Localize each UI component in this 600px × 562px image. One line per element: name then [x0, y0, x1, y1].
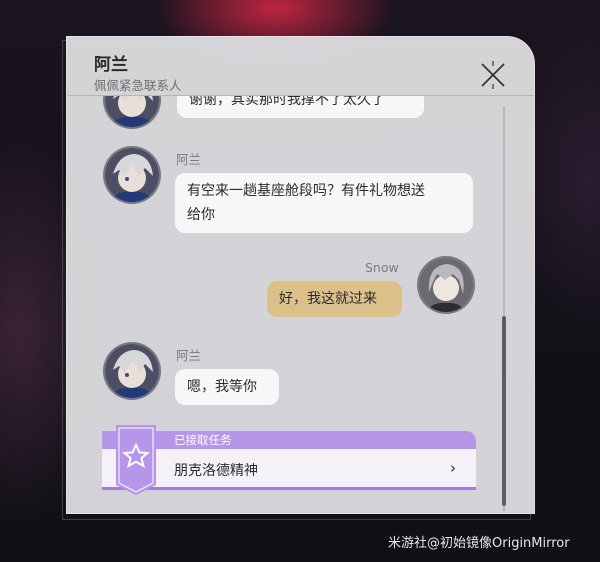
- quest-header: 已接取任务: [102, 431, 476, 449]
- avatar-alan: [105, 148, 159, 202]
- chat-header: 阿兰 佩佩紧急联系人: [67, 37, 534, 96]
- scrollbar-thumb[interactable]: [502, 316, 506, 506]
- sender-name: Snow: [365, 260, 399, 275]
- avatar-snow: [419, 258, 473, 312]
- message-line: 给你: [187, 207, 215, 223]
- message-bubble: 嗯，我等你: [175, 369, 279, 405]
- chevron-right-icon[interactable]: ›: [450, 459, 456, 477]
- contact-name: 阿兰: [94, 55, 128, 75]
- sender-name: 阿兰: [176, 152, 202, 167]
- contact-subtitle: 佩佩紧急联系人: [94, 78, 182, 93]
- quest-card[interactable]: 已接取任务 朋克洛德精神 ›: [102, 425, 476, 495]
- message-line: 有空来一趟基座舱段吗？有件礼物想送: [187, 183, 425, 199]
- message-bubble: 有空来一趟基座舱段吗？有件礼物想送 给你: [175, 173, 473, 233]
- chat-panel: 阿兰 佩佩紧急联系人 谢谢，其实那时我撑不了太久了 阿兰 有空来一趟基座舱段吗？…: [66, 36, 535, 514]
- quest-accent-line: [102, 487, 476, 490]
- quest-body: [102, 449, 476, 487]
- star-badge-icon: [116, 425, 156, 495]
- message-list[interactable]: 谢谢，其实那时我撑不了太久了 阿兰 有空来一趟基座舱段吗？有件礼物想送 给你 S…: [67, 96, 534, 513]
- watermark: 米游社@初始镜像OriginMirror: [388, 536, 570, 551]
- sender-name: 阿兰: [176, 348, 202, 363]
- message-bubble: 谢谢，其实那时我撑不了太久了: [177, 96, 424, 118]
- avatar-alan: [105, 96, 159, 127]
- close-icon[interactable]: [479, 61, 507, 89]
- quest-name: 朋克洛德精神: [174, 463, 258, 479]
- my-message-bubble: 好，我这就过来: [267, 281, 402, 317]
- quest-status: 已接取任务: [174, 433, 232, 447]
- avatar-alan: [105, 344, 159, 398]
